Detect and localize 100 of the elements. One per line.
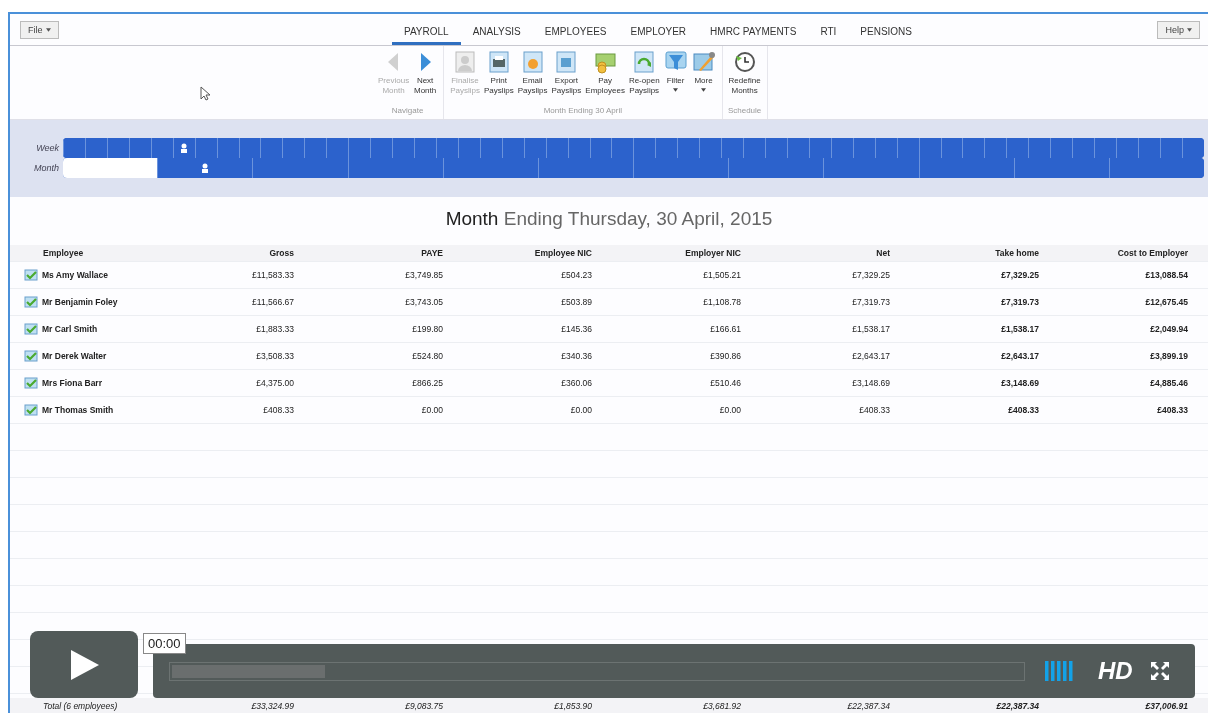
nav-tab[interactable]: PENSIONS xyxy=(848,14,924,45)
column-header[interactable]: Employee xyxy=(10,248,150,258)
volume-icon[interactable] xyxy=(1045,661,1073,681)
month-cell[interactable] xyxy=(537,158,634,178)
week-cell[interactable] xyxy=(633,138,656,158)
ribbon-button[interactable]: Print Payslips xyxy=(481,50,516,96)
week-cell[interactable] xyxy=(852,138,875,158)
week-cell[interactable] xyxy=(1050,138,1073,158)
week-cell[interactable] xyxy=(611,138,634,158)
column-header[interactable]: Cost to Employer xyxy=(1044,248,1193,258)
month-cell[interactable] xyxy=(823,158,919,178)
ribbon-button[interactable]: Re-open Payslips xyxy=(626,50,662,96)
ribbon-button[interactable]: Email Payslips xyxy=(515,50,550,96)
week-cell[interactable] xyxy=(962,138,985,158)
file-menu-button[interactable]: File xyxy=(20,20,59,39)
month-cell[interactable] xyxy=(347,158,443,178)
week-cell[interactable] xyxy=(1137,138,1160,158)
week-cell[interactable] xyxy=(918,138,941,158)
week-cell[interactable] xyxy=(457,138,480,158)
column-header[interactable]: Take home xyxy=(895,248,1044,258)
week-cell[interactable] xyxy=(172,138,195,158)
seek-bar[interactable] xyxy=(169,661,1025,681)
week-cell[interactable] xyxy=(304,138,327,158)
employee-name[interactable]: Ms Amy Wallace xyxy=(42,270,108,280)
help-menu-button[interactable]: Help xyxy=(1157,20,1200,39)
month-cell[interactable] xyxy=(157,158,253,178)
play-button[interactable] xyxy=(30,631,138,698)
month-cell[interactable] xyxy=(252,158,348,178)
column-header[interactable]: Net xyxy=(746,248,895,258)
week-cell[interactable] xyxy=(370,138,393,158)
nav-tab[interactable]: HMRC PAYMENTS xyxy=(698,14,809,45)
week-cell[interactable] xyxy=(326,138,349,158)
week-cell[interactable] xyxy=(1028,138,1051,158)
nav-tab[interactable]: EMPLOYEES xyxy=(532,14,619,45)
ribbon-button[interactable]: Next Month xyxy=(411,50,440,96)
week-cell[interactable] xyxy=(940,138,963,158)
nav-tab[interactable]: RTI xyxy=(808,14,849,45)
week-cell[interactable] xyxy=(106,138,129,158)
week-cell[interactable] xyxy=(1181,138,1204,158)
week-cell[interactable] xyxy=(1006,138,1029,158)
week-cell[interactable] xyxy=(1159,138,1182,158)
week-cell[interactable] xyxy=(435,138,458,158)
week-cell[interactable] xyxy=(479,138,502,158)
fullscreen-icon[interactable] xyxy=(1149,661,1170,681)
month-cell[interactable] xyxy=(1108,158,1204,178)
column-header[interactable]: Employer NIC xyxy=(597,248,746,258)
week-cell[interactable] xyxy=(150,138,173,158)
week-cell[interactable] xyxy=(808,138,831,158)
week-cell[interactable] xyxy=(1116,138,1138,158)
week-cell[interactable] xyxy=(589,138,612,158)
week-cell[interactable] xyxy=(984,138,1007,158)
week-cell[interactable] xyxy=(896,138,919,158)
week-cell[interactable] xyxy=(501,138,524,158)
month-cell[interactable] xyxy=(1013,158,1109,178)
employee-name[interactable]: Mr Carl Smith xyxy=(42,324,98,334)
week-cell[interactable] xyxy=(743,138,765,158)
week-cell[interactable] xyxy=(545,138,568,158)
employee-name[interactable]: Mr Derek Walter xyxy=(42,351,107,361)
nav-tab[interactable]: ANALYSIS xyxy=(460,14,533,45)
ribbon-button[interactable]: More xyxy=(689,50,718,96)
column-header[interactable]: PAYE xyxy=(299,248,448,258)
week-cell[interactable] xyxy=(282,138,305,158)
week-cell[interactable] xyxy=(699,138,722,158)
week-cell[interactable] xyxy=(348,138,371,158)
month-cell[interactable] xyxy=(728,158,824,178)
ribbon-button[interactable]: Export Payslips xyxy=(549,50,584,96)
week-cell[interactable] xyxy=(128,138,151,158)
month-cell[interactable] xyxy=(633,158,729,178)
nav-tab[interactable]: PAYROLL xyxy=(391,14,461,45)
week-cell[interactable] xyxy=(392,138,414,158)
week-cell[interactable] xyxy=(63,138,85,158)
week-cell[interactable] xyxy=(874,138,897,158)
week-cell[interactable] xyxy=(260,138,283,158)
week-cell[interactable] xyxy=(84,138,107,158)
column-header[interactable]: Gross xyxy=(150,248,299,258)
week-cell[interactable] xyxy=(765,138,787,158)
week-cell[interactable] xyxy=(238,138,261,158)
month-cell[interactable] xyxy=(442,158,538,178)
week-cell[interactable] xyxy=(523,138,546,158)
week-cell[interactable] xyxy=(655,138,678,158)
nav-tab[interactable]: EMPLOYER xyxy=(618,14,699,45)
month-cell[interactable] xyxy=(918,158,1014,178)
employee-name[interactable]: Mr Benjamin Foley xyxy=(42,297,118,307)
week-cell[interactable] xyxy=(194,138,217,158)
column-header[interactable]: Employee NIC xyxy=(448,248,597,258)
week-cell[interactable] xyxy=(567,138,590,158)
week-cell[interactable] xyxy=(1072,138,1095,158)
week-cell[interactable] xyxy=(786,138,809,158)
ribbon-button[interactable]: Filter xyxy=(661,50,690,96)
week-cell[interactable] xyxy=(721,138,744,158)
week-cell[interactable] xyxy=(216,138,239,158)
ribbon-button[interactable]: Pay Employees xyxy=(583,50,627,96)
week-cell[interactable] xyxy=(1094,138,1116,158)
week-cell[interactable] xyxy=(677,138,700,158)
week-cell[interactable] xyxy=(414,138,436,158)
employee-name[interactable]: Mrs Fiona Barr xyxy=(42,378,102,388)
week-cell[interactable] xyxy=(830,138,853,158)
ribbon-button[interactable]: Redefine Months xyxy=(726,50,763,96)
employee-name[interactable]: Mr Thomas Smith xyxy=(42,405,114,415)
quality-label[interactable]: HD xyxy=(1098,657,1133,685)
